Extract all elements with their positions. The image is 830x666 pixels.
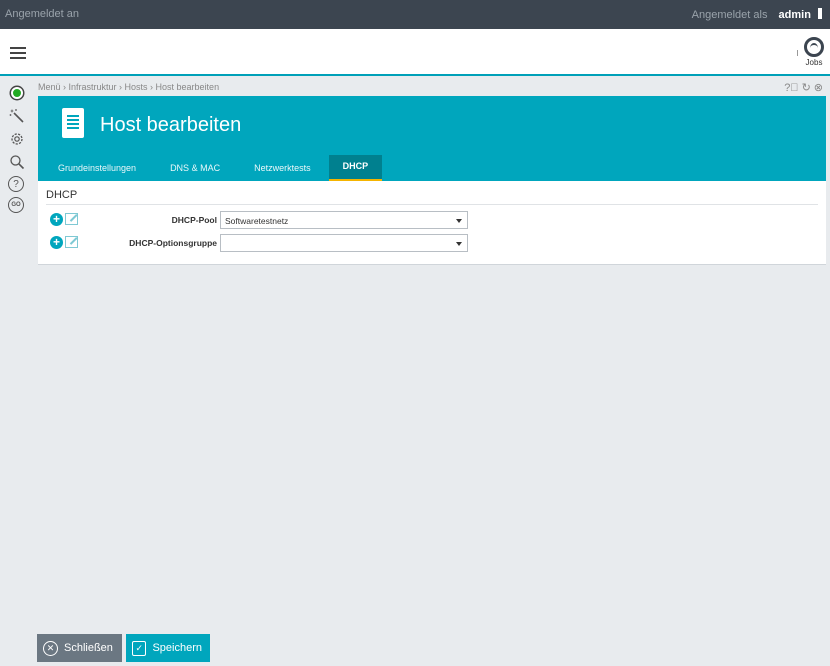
refresh-icon[interactable]: ↻	[802, 82, 814, 94]
help-icon[interactable]: ?	[8, 176, 24, 192]
save-icon: ✓	[132, 640, 147, 656]
jobs-icon	[804, 37, 824, 57]
section-divider	[46, 204, 818, 205]
close-icon: ✕	[43, 640, 58, 656]
gear-icon[interactable]	[8, 130, 26, 148]
dhcp-pool-select[interactable]: Softwaretestnetz	[220, 211, 468, 229]
bookmark-icon[interactable]	[818, 8, 822, 19]
close-icon[interactable]: ⊗	[814, 82, 826, 94]
section-title: DHCP	[46, 189, 78, 201]
tab-bar: Grundeinstellungen DNS & MAC Netzwerktes…	[44, 155, 383, 181]
dhcp-pool-value: Softwaretestnetz	[225, 216, 289, 226]
logged-as-label: Angemeldet als	[691, 9, 768, 21]
close-button-label: Schließen	[64, 642, 113, 654]
username[interactable]: admin	[779, 9, 811, 21]
dhcp-pool-label: DHCP-Pool	[171, 215, 217, 225]
user-info: Angemeldet als admin	[692, 8, 822, 21]
tab-dhcp[interactable]: DHCP	[328, 155, 383, 181]
page-tools: ?⃝↻⊗	[784, 81, 826, 94]
add-icon[interactable]: +	[50, 236, 63, 249]
search-icon[interactable]	[8, 153, 26, 171]
header-separator	[797, 50, 798, 56]
status-icon[interactable]	[8, 84, 26, 102]
tab-grundeinstellungen[interactable]: Grundeinstellungen	[44, 155, 150, 181]
dhcp-options-label: DHCP-Optionsgruppe	[129, 238, 217, 248]
app-header: Jobs	[0, 29, 830, 76]
go-icon[interactable]: GO	[8, 197, 24, 213]
add-icon[interactable]: +	[50, 213, 63, 226]
edit-icon[interactable]	[65, 213, 78, 225]
dhcp-section: DHCP + DHCP-Pool Softwaretestnetz + DHCP…	[38, 181, 826, 265]
top-bar: Angemeldet an Angemeldet als admin	[0, 0, 830, 29]
dhcp-options-select[interactable]	[220, 234, 468, 252]
chevron-down-icon	[456, 219, 462, 223]
side-toolbar: ? GO	[8, 84, 30, 218]
close-button[interactable]: ✕ Schließen	[37, 634, 122, 662]
login-status: Angemeldet an	[5, 8, 79, 20]
dhcp-options-row: + DHCP-Optionsgruppe	[38, 234, 826, 252]
save-button[interactable]: ✓ Speichern	[126, 634, 210, 662]
page-title: Host bearbeiten	[100, 114, 242, 136]
document-icon	[62, 108, 84, 138]
jobs-label: Jobs	[805, 58, 823, 67]
chevron-down-icon	[456, 242, 462, 246]
edit-icon[interactable]	[65, 236, 78, 248]
page-header: Host bearbeiten Grundeinstellungen DNS &…	[38, 96, 826, 181]
jobs-button[interactable]: Jobs	[803, 37, 825, 67]
help-icon[interactable]: ?⃝	[784, 82, 801, 94]
menu-icon[interactable]	[10, 47, 26, 59]
tab-netzwerktests[interactable]: Netzwerktests	[240, 155, 329, 181]
save-button-label: Speichern	[152, 642, 202, 654]
wizard-icon[interactable]	[8, 107, 26, 125]
breadcrumb[interactable]: Menü › Infrastruktur › Hosts › Host bear…	[38, 82, 219, 92]
tab-dns-mac[interactable]: DNS & MAC	[150, 155, 240, 181]
dhcp-pool-row: + DHCP-Pool Softwaretestnetz	[38, 211, 826, 229]
